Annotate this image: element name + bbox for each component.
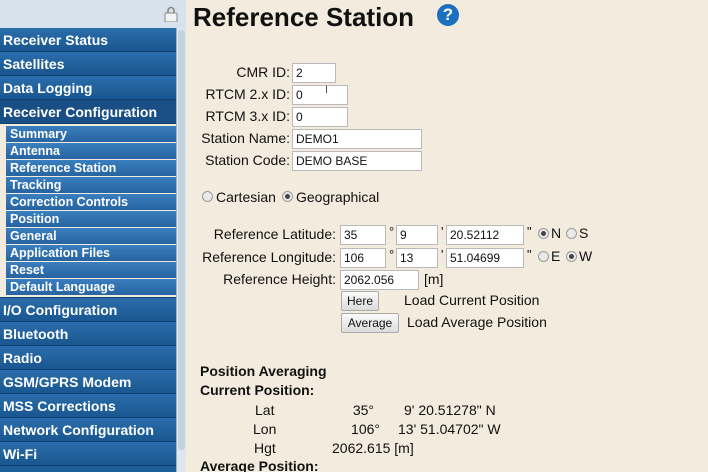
station-name-label: Station Name: bbox=[201, 130, 290, 146]
current-lat-degrees: 35° bbox=[352, 402, 374, 418]
cmr-id-input[interactable]: 2 bbox=[292, 63, 336, 83]
geographical-label: Geographical bbox=[296, 189, 380, 205]
subnav-general[interactable]: General bbox=[6, 228, 176, 244]
height-unit: [m] bbox=[424, 271, 444, 287]
current-lon-value: 13' 51.04702" W bbox=[398, 421, 501, 437]
reference-longitude-label: Reference Longitude: bbox=[202, 249, 336, 265]
sidebar-scrollbar[interactable] bbox=[176, 28, 186, 472]
subnav-reference-station[interactable]: Reference Station bbox=[6, 160, 176, 176]
current-hgt-value: 2062.615 [m] bbox=[332, 440, 414, 456]
subnav-position[interactable]: Position bbox=[6, 211, 176, 227]
longitude-seconds-input[interactable]: 51.04699 bbox=[446, 248, 524, 268]
load-current-position-label: Load Current Position bbox=[404, 292, 540, 308]
subnav-default-language[interactable]: Default Language bbox=[6, 279, 176, 295]
east-radio[interactable] bbox=[538, 251, 549, 262]
subnav-summary[interactable]: Summary bbox=[6, 126, 176, 142]
current-hgt-label: Hgt bbox=[254, 440, 276, 456]
rtcm2-id-label: RTCM 2.x ID: bbox=[205, 86, 290, 102]
latitude-seconds-input[interactable]: 20.52112 bbox=[446, 225, 524, 245]
nav-radio[interactable]: Radio bbox=[0, 346, 176, 370]
second-symbol: " bbox=[527, 247, 532, 262]
latitude-degrees-input[interactable]: 35 bbox=[340, 225, 386, 245]
latitude-minutes-input[interactable]: 9 bbox=[396, 225, 438, 245]
nav-gsm-gprs-modem[interactable]: GSM/GPRS Modem bbox=[0, 370, 176, 394]
cartesian-radio[interactable] bbox=[202, 191, 213, 202]
reference-height-label: Reference Height: bbox=[223, 271, 336, 287]
subnav-antenna[interactable]: Antenna bbox=[6, 143, 176, 159]
nav-network-configuration[interactable]: Network Configuration bbox=[0, 418, 176, 442]
current-position-heading: Current Position: bbox=[200, 382, 315, 398]
average-button[interactable]: Average bbox=[341, 313, 399, 333]
help-icon[interactable]: ? bbox=[437, 4, 459, 26]
current-lon-label: Lon bbox=[253, 421, 277, 437]
page-title: Reference Station bbox=[193, 2, 415, 32]
south-radio[interactable] bbox=[566, 228, 577, 239]
station-code-input[interactable]: DEMO BASE bbox=[292, 151, 422, 171]
rtcm3-id-input[interactable]: 0 bbox=[292, 107, 348, 127]
second-symbol: " bbox=[527, 224, 532, 239]
rtcm3-id-label: RTCM 3.x ID: bbox=[205, 108, 290, 124]
minute-symbol: ' bbox=[441, 224, 444, 239]
lock-icon[interactable] bbox=[164, 6, 178, 22]
cartesian-label: Cartesian bbox=[216, 189, 276, 205]
current-lat-label: Lat bbox=[255, 402, 275, 418]
longitude-minutes-input[interactable]: 13 bbox=[396, 248, 438, 268]
sidebar-header bbox=[0, 0, 186, 28]
cmr-id-label: CMR ID: bbox=[236, 64, 290, 80]
load-average-position-label: Load Average Position bbox=[407, 314, 547, 330]
nav-bluetooth[interactable]: Bluetooth bbox=[0, 322, 176, 346]
nav-satellites[interactable]: Satellites bbox=[0, 52, 176, 76]
text-cursor-icon: I bbox=[325, 84, 329, 96]
station-name-input[interactable]: DEMO1 bbox=[292, 129, 422, 149]
degree-symbol: ° bbox=[389, 247, 395, 262]
subnav-correction-controls[interactable]: Correction Controls bbox=[6, 194, 176, 210]
sidebar-nav: Receiver Status Satellites Data Logging … bbox=[0, 28, 176, 466]
scrollbar-thumb[interactable] bbox=[178, 30, 185, 450]
subnav-application-files[interactable]: Application Files bbox=[6, 245, 176, 261]
here-button[interactable]: Here bbox=[341, 291, 379, 311]
south-label: S bbox=[579, 225, 589, 241]
west-label: W bbox=[579, 248, 593, 264]
reference-latitude-label: Reference Latitude: bbox=[213, 226, 336, 242]
sidebar: Receiver Status Satellites Data Logging … bbox=[0, 0, 186, 472]
rtcm2-id-input[interactable]: 0 bbox=[292, 85, 348, 105]
current-lat-value: 9' 20.51278" N bbox=[404, 402, 496, 418]
nav-mss-corrections[interactable]: MSS Corrections bbox=[0, 394, 176, 418]
nav-data-logging[interactable]: Data Logging bbox=[0, 76, 176, 100]
receiver-configuration-submenu: Summary Antenna Reference Station Tracki… bbox=[0, 124, 176, 298]
geographical-radio[interactable] bbox=[282, 191, 293, 202]
subnav-tracking[interactable]: Tracking bbox=[6, 177, 176, 193]
north-radio[interactable] bbox=[538, 228, 549, 239]
minute-symbol: ' bbox=[441, 247, 444, 262]
nav-wi-fi[interactable]: Wi-Fi bbox=[0, 442, 176, 466]
nav-receiver-status[interactable]: Receiver Status bbox=[0, 28, 176, 52]
east-label: E bbox=[551, 248, 561, 264]
position-averaging-heading: Position Averaging bbox=[200, 363, 327, 379]
current-lon-degrees: 106° bbox=[351, 421, 380, 437]
north-label: N bbox=[551, 225, 562, 241]
degree-symbol: ° bbox=[389, 224, 395, 239]
station-code-label: Station Code: bbox=[205, 152, 290, 168]
average-position-heading: Average Position: bbox=[200, 458, 319, 472]
subnav-reset[interactable]: Reset bbox=[6, 262, 176, 278]
west-radio[interactable] bbox=[566, 251, 577, 262]
nav-receiver-configuration[interactable]: Receiver Configuration bbox=[0, 100, 176, 124]
nav-io-configuration[interactable]: I/O Configuration bbox=[0, 298, 176, 322]
longitude-degrees-input[interactable]: 106 bbox=[340, 248, 386, 268]
reference-height-input[interactable]: 2062.056 bbox=[340, 270, 419, 290]
